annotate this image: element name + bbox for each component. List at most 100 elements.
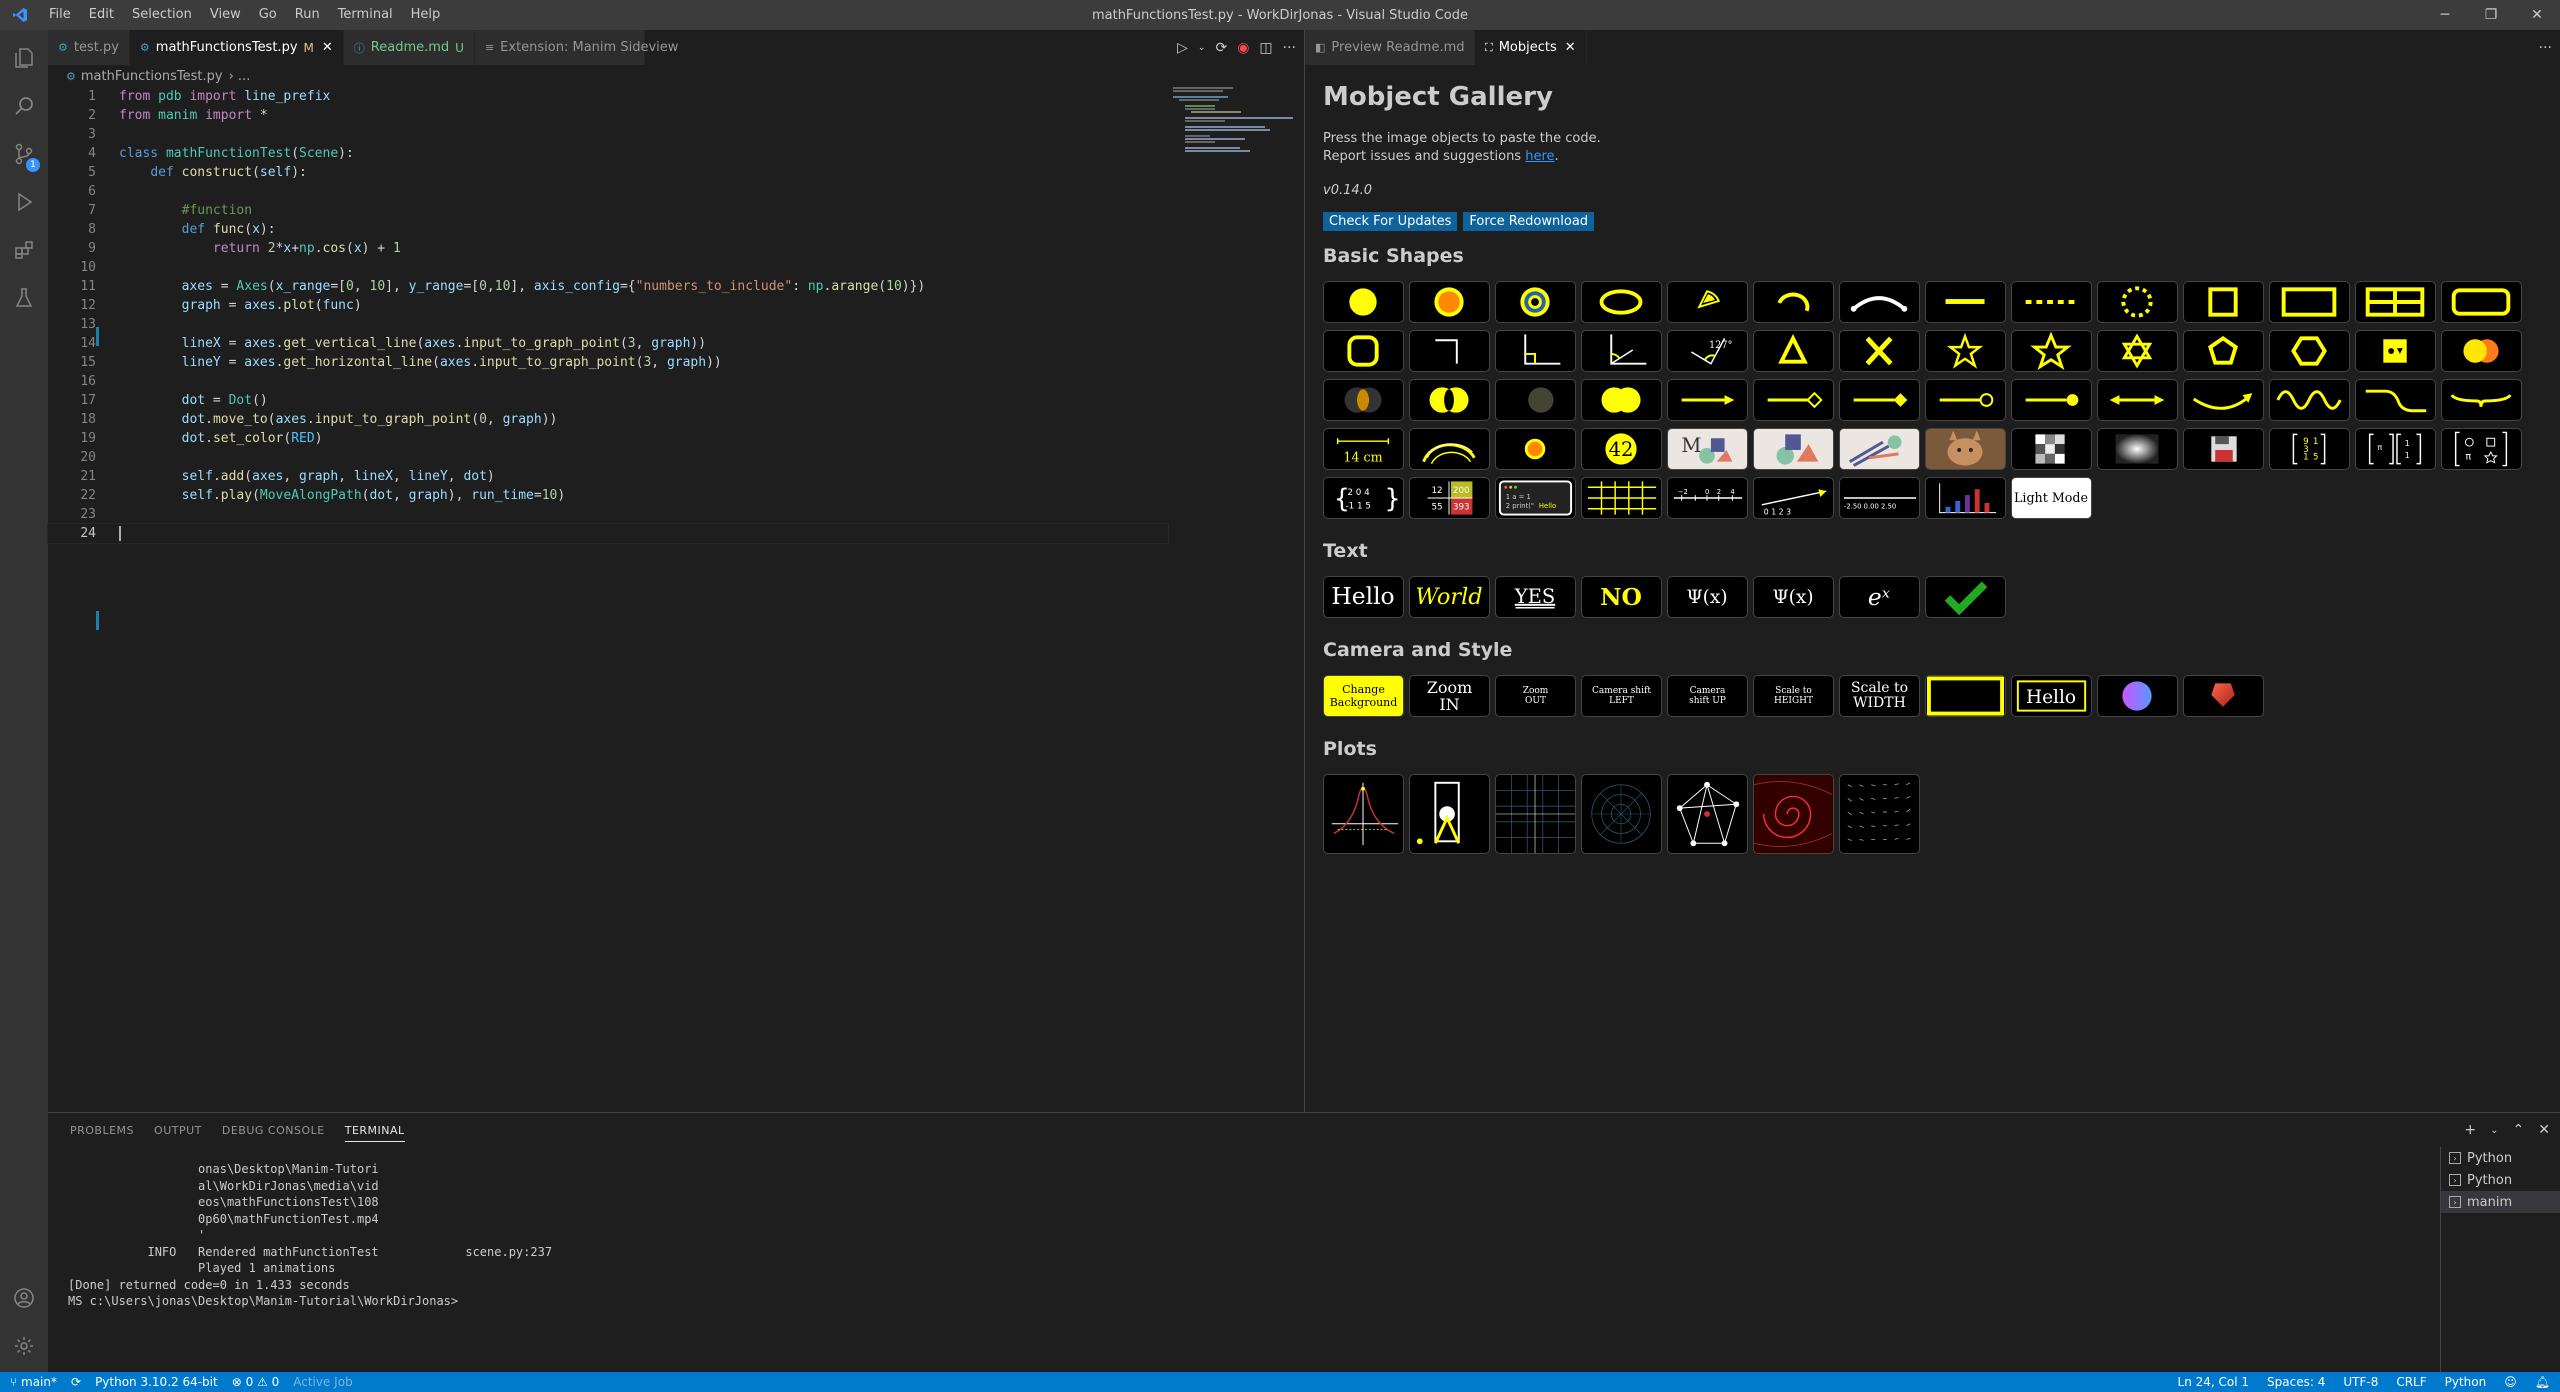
text-yes-mobject[interactable]: YES [1495,576,1576,618]
star-mobject[interactable] [1925,330,2006,372]
tab-mobjects[interactable]: ⛶ Mobjects ✕ [1475,30,1587,65]
indentation[interactable]: Spaces: 4 [2267,1375,2325,1389]
hexagon-mobject[interactable] [2269,330,2350,372]
code-line[interactable]: 21 self.add(axes, graph, lineX, lineY, d… [48,467,1168,486]
arrow-square-tip-mobject[interactable] [1753,379,1834,421]
abstract-lines-mobject[interactable] [1839,428,1920,470]
decimal-matrix-mobject[interactable]: π 1 1 [2355,428,2436,470]
manage-gear-icon[interactable] [0,1322,48,1370]
source-control-icon[interactable]: 1 [0,130,48,178]
labeled-dot-mobject[interactable]: 42 [1581,428,1662,470]
stream-lines-mobject[interactable] [1753,774,1834,854]
rectangle-mobject[interactable] [2269,281,2350,323]
code-line[interactable]: 3 [48,125,1168,144]
feedback-icon[interactable]: ☺ [2504,1375,2517,1389]
tab-mathfunctionstest-py[interactable]: ⚙ mathFunctionsTest.py M ✕ [129,30,344,65]
terminal-item-python-1[interactable]: › Python [2441,1147,2560,1169]
end-of-line[interactable]: CRLF [2396,1375,2426,1389]
terminal-item-manim[interactable]: › manim [2441,1191,2560,1213]
run-python-icon[interactable]: ▷ [1177,40,1188,56]
code-line[interactable]: 10 [48,258,1168,277]
elbow-mobject[interactable] [1409,330,1490,372]
grid-rectangle-mobject[interactable] [2355,281,2436,323]
right-angle-mobject[interactable] [1495,330,1576,372]
code-line[interactable]: 8 def func(x): [48,220,1168,239]
close-tab-icon[interactable]: ✕ [1565,40,1576,55]
text-hello-mobject[interactable]: Hello [1323,576,1404,618]
intersection-mobject[interactable] [1323,379,1404,421]
arc-between-points-mobject[interactable] [1839,281,1920,323]
brace-mobject[interactable] [2441,379,2522,421]
measure-label-mobject[interactable]: 14 cm [1323,428,1404,470]
code-line[interactable]: 14 lineX = axes.get_vertical_line(axes.i… [48,334,1168,353]
integer-matrix-mobject[interactable]: {} 2 0 4 -1 1 5 [1323,477,1404,519]
menu-file[interactable]: File [40,0,80,30]
dot-with-ring-mobject[interactable] [1495,428,1576,470]
code-line[interactable]: 2 from manim import * [48,106,1168,125]
tab-debug-console[interactable]: DEBUG CONSOLE [222,1124,325,1137]
table-mobject[interactable]: 12 200 55 393 [1409,477,1490,519]
circle-fill-mobject[interactable] [1409,281,1490,323]
code-line[interactable]: 9 return 2*x+np.cos(x) + 1 [48,239,1168,258]
code-line[interactable]: 17 dot = Dot() [48,391,1168,410]
chevron-down-icon[interactable]: ⌄ [2490,1125,2498,1136]
code-mobject[interactable]: 1 a = 12 print(" Hello [1495,477,1576,519]
cutout-mobject[interactable] [2355,330,2436,372]
code-line[interactable]: 23 [48,505,1168,524]
breadcrumb-file[interactable]: mathFunctionsTest.py [81,69,223,84]
menu-edit[interactable]: Edit [80,0,123,30]
menu-view[interactable]: View [201,0,250,30]
account-icon[interactable] [0,1274,48,1322]
function-plot-mobject[interactable] [1323,774,1404,854]
manim-run-icon[interactable]: ⟳ [1215,40,1227,56]
code-line[interactable]: 7 #function [48,201,1168,220]
tab-preview-readme[interactable]: ◧ Preview Readme.md [1305,30,1475,65]
code-line[interactable]: 13 [48,315,1168,334]
code-line[interactable]: 5 def construct(self): [48,163,1168,182]
camera-shift-up-mobject[interactable]: Camera shift UP [1667,675,1748,717]
problems-status[interactable]: ⊗ 0 ⚠ 0 [232,1375,280,1389]
sheen-pentagon-mobject[interactable] [2183,675,2264,717]
light-mode-mobject[interactable]: Light Mode [2011,477,2092,519]
code-line[interactable]: 18 dot.move_to(axes.input_to_graph_point… [48,410,1168,429]
difference-mobject[interactable] [1495,379,1576,421]
tab-problems[interactable]: PROBLEMS [70,1124,134,1137]
arcs-mobject[interactable] [1409,428,1490,470]
search-icon[interactable] [0,82,48,130]
zoom-out-mobject[interactable]: Zoom OUT [1495,675,1576,717]
split-editor-icon[interactable]: ◫ [1259,40,1272,56]
pixel-image-mobject[interactable] [2011,428,2092,470]
floppy-mobject[interactable] [2183,428,2264,470]
matrix-mobject[interactable]: 91153 [2269,428,2350,470]
force-redownload-button[interactable]: Force Redownload [1463,212,1595,231]
dot-mobject[interactable] [1323,281,1404,323]
union-circles-mobject[interactable] [2441,330,2522,372]
menu-selection[interactable]: Selection [123,0,201,30]
sector-mobject[interactable] [1667,281,1748,323]
text-world-mobject[interactable]: World [1409,576,1490,618]
code-line[interactable]: 12 graph = axes.plot(func) [48,296,1168,315]
restore-icon[interactable]: ❐ [2468,0,2514,30]
tab-output[interactable]: OUTPUT [154,1124,202,1137]
angle-mobject[interactable]: 127° [1667,330,1748,372]
code-line[interactable]: 22 self.play(MoveAlongPath(dot, graph), … [48,486,1168,505]
code-line[interactable]: 15 lineY = axes.get_horizontal_line(axes… [48,353,1168,372]
svg-manim-logo-mobject[interactable]: M [1667,428,1748,470]
unit-interval-mobject[interactable]: 0 1 2 3 [1753,477,1834,519]
cross-mobject[interactable] [1839,330,1920,372]
scale-to-height-mobject[interactable]: Scale to HEIGHT [1753,675,1834,717]
arrow-filled-circle-tip-mobject[interactable] [2011,379,2092,421]
background-rectangle-mobject[interactable]: Hello [2011,675,2092,717]
annulus-mobject[interactable] [1495,281,1576,323]
testing-icon[interactable] [0,274,48,322]
checkmark-mobject[interactable]: ✓ [1925,576,2006,618]
language-mode[interactable]: Python [2445,1375,2487,1389]
number-line-mobject[interactable]: −2 0 2 4 [1667,477,1748,519]
ellipse-mobject[interactable] [1581,281,1662,323]
run-debug-icon[interactable] [0,178,48,226]
mobject-matrix-mobject[interactable]: π [2441,428,2522,470]
vector-field-mobject[interactable] [1839,774,1920,854]
dashed-circle-mobject[interactable] [2097,281,2178,323]
code-editor[interactable]: 1 from pdb import line_prefix 2 from manim… [47,87,1169,544]
extensions-icon[interactable] [0,226,48,274]
